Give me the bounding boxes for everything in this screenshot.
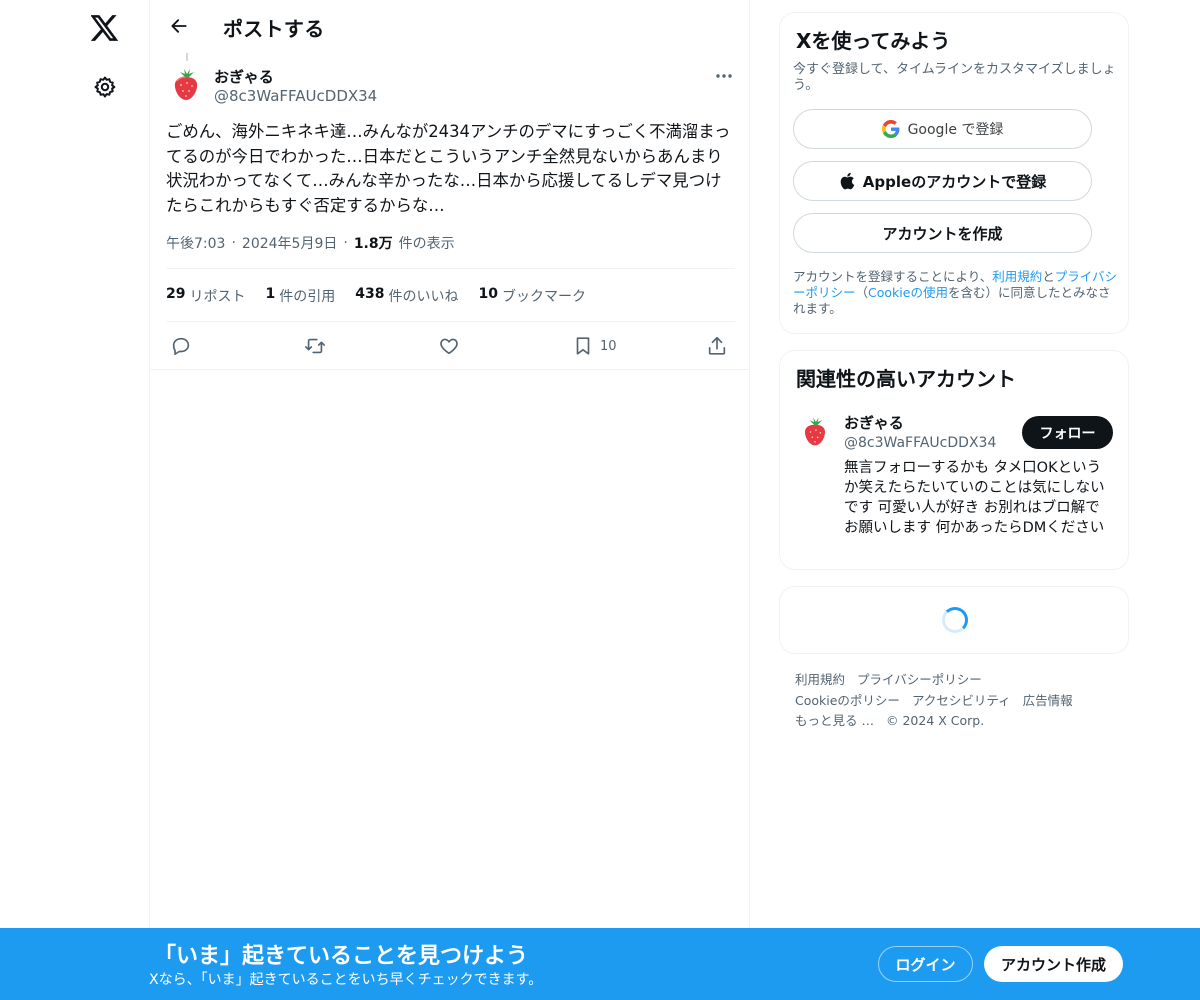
reposts-label: リポスト xyxy=(189,289,246,305)
bookmark-count: 10 xyxy=(600,338,617,354)
likes-count: 438 xyxy=(355,286,385,302)
footer-more-link[interactable]: もっと見る … xyxy=(795,711,874,732)
related-card-title: 関連性の高いアカウント xyxy=(796,367,1016,391)
page-title: ポストする xyxy=(223,17,325,41)
footer-ads-link[interactable]: 広告情報 xyxy=(1023,691,1073,712)
bookmark-button[interactable]: 10 xyxy=(572,332,617,360)
quotes-label: 件の引用 xyxy=(279,289,336,305)
post-date[interactable]: 2024年5月9日 xyxy=(242,233,337,253)
terms-text: と xyxy=(1042,269,1055,284)
bookmarks-stat[interactable]: 10 ブックマーク xyxy=(478,286,585,306)
quotes-stat[interactable]: 1 件の引用 xyxy=(265,286,335,306)
apple-signup-label: Appleのアカウントで登録 xyxy=(862,172,1047,191)
views-count: 1.8万 xyxy=(353,236,393,252)
divider xyxy=(166,321,735,322)
related-account-handle[interactable]: @8c3WaFFAUcDDX34 xyxy=(844,435,996,451)
footer-copyright: © 2024 X Corp. xyxy=(885,713,985,728)
heart-icon xyxy=(440,338,458,355)
meta-separator: · xyxy=(231,235,236,251)
like-button[interactable] xyxy=(438,332,460,360)
post-actions: 10 xyxy=(166,332,736,360)
signup-card-subtitle: 今すぐ登録して、タイムラインをカスタマイズしましょう。 xyxy=(793,62,1116,93)
create-account-label: アカウントを作成 xyxy=(882,224,1003,243)
bookmarks-count: 10 xyxy=(478,286,498,302)
apple-icon xyxy=(840,172,855,190)
divider xyxy=(150,369,749,370)
terms-text: アカウントを登録することにより、 xyxy=(793,269,993,284)
google-signup-label: Google で登録 xyxy=(907,122,1004,138)
related-accounts-card: 関連性の高いアカウント おぎゃる @8c3WaFFAUcDDX34 フォロー 無… xyxy=(779,350,1129,570)
bottom-bar-title: 「いま」起きていることを見つけよう xyxy=(154,944,529,969)
repost-icon xyxy=(305,338,325,354)
gear-icon[interactable] xyxy=(84,66,126,108)
bottom-bar-subtitle: Xなら、「いま」起きていることをいち早くチェックできます。 xyxy=(149,972,543,988)
x-logo-icon[interactable] xyxy=(84,7,126,49)
login-button[interactable]: ログイン xyxy=(878,946,973,982)
signup-card-title: Xを使ってみよう xyxy=(796,29,951,53)
avatar[interactable] xyxy=(166,64,206,104)
likes-label: 件のいいね xyxy=(388,289,459,305)
footer-accessibility-link[interactable]: アクセシビリティ xyxy=(912,691,1011,712)
google-signup-button[interactable]: Google で登録 xyxy=(793,109,1092,149)
bookmarks-label: ブックマーク xyxy=(501,289,586,305)
divider xyxy=(166,268,735,269)
cookie-link[interactable]: Cookieの使用 xyxy=(868,285,948,300)
follow-button[interactable]: フォロー xyxy=(1022,416,1113,449)
reposts-count: 29 xyxy=(166,286,186,302)
page-header: ポストする xyxy=(150,0,749,53)
terms-link[interactable]: 利用規約 xyxy=(992,269,1042,284)
post-stats: 29 リポスト 1 件の引用 438 件のいいね 10 ブックマーク xyxy=(166,286,586,306)
share-icon xyxy=(708,336,726,355)
views-label: 件の表示 xyxy=(398,236,455,252)
footer-terms-link[interactable]: 利用規約 xyxy=(795,670,845,691)
author-handle[interactable]: @8c3WaFFAUcDDX34 xyxy=(214,87,377,105)
terms-text: （ xyxy=(855,285,869,300)
more-options-icon[interactable] xyxy=(709,64,739,88)
main-column: ポストする おぎゃる @8c3WaFFAUcDDX34 ごめん、海外ニキネキ達…… xyxy=(149,0,750,1000)
post-time[interactable]: 午後7:03 xyxy=(166,233,225,253)
terms-notice: アカウントを登録することにより、利用規約とプライバシーポリシー（Cookieの使… xyxy=(793,269,1121,317)
author-name[interactable]: おぎゃる xyxy=(214,66,274,87)
avatar[interactable] xyxy=(797,413,833,449)
post-meta: 午後7:03 · 2024年5月9日 · 1.8万 件の表示 xyxy=(166,233,455,253)
related-account-bio: 無言フォローするかも タメ口OKというか笑えたらたいていのことは気にしないです … xyxy=(844,460,1105,536)
reply-icon xyxy=(172,337,190,356)
footer-privacy-link[interactable]: プライバシーポリシー xyxy=(857,670,982,691)
footer-cookie-link[interactable]: Cookieのポリシー xyxy=(795,691,900,712)
likes-stat[interactable]: 438 件のいいね xyxy=(355,286,458,306)
reposts-stat[interactable]: 29 リポスト xyxy=(166,286,245,306)
bottom-signup-bar: 「いま」起きていることを見つけよう Xなら、「いま」起きていることをいち早くチェ… xyxy=(0,928,1200,1000)
apple-signup-button[interactable]: Appleのアカウントで登録 xyxy=(793,161,1092,201)
meta-separator: · xyxy=(343,235,348,251)
related-account-name[interactable]: おぎゃる xyxy=(844,412,904,433)
left-navigation xyxy=(0,0,150,1000)
quotes-count: 1 xyxy=(265,286,276,302)
strawberry-icon xyxy=(804,417,826,446)
create-account-button[interactable]: アカウントを作成 xyxy=(793,213,1092,253)
strawberry-icon xyxy=(174,69,198,100)
footer-links: 利用規約 プライバシーポリシー Cookieのポリシー アクセシビリティ 広告情… xyxy=(795,670,1115,732)
loading-spinner-icon xyxy=(942,607,968,633)
signup-card: Xを使ってみよう 今すぐ登録して、タイムラインをカスタマイズしましょう。 Goo… xyxy=(779,12,1129,334)
arrow-left-icon[interactable] xyxy=(162,9,196,43)
loading-card xyxy=(779,586,1129,654)
google-icon xyxy=(881,120,900,138)
signup-button[interactable]: アカウント作成 xyxy=(984,946,1123,982)
share-button[interactable] xyxy=(706,332,728,360)
post-text: ごめん、海外ニキネキ達…みんなが2434アンチのデマにすっごく不満溜まってるのが… xyxy=(166,122,731,215)
bookmark-icon xyxy=(576,337,590,355)
reply-button[interactable] xyxy=(170,332,192,360)
thread-line xyxy=(186,53,188,61)
repost-button[interactable] xyxy=(304,332,326,360)
